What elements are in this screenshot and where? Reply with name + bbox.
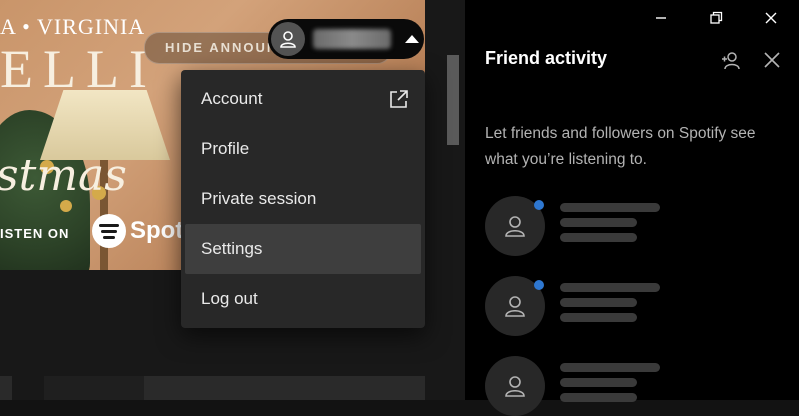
spotify-logo-icon [92, 214, 126, 248]
panel-description: Let friends and followers on Spotify see… [485, 125, 756, 168]
placeholder-bar [560, 298, 637, 307]
online-indicator [534, 200, 544, 210]
menu-item-account[interactable]: Account [185, 74, 421, 124]
banner-ornament [60, 200, 72, 212]
caret-up-icon [405, 35, 419, 43]
menu-item-label: Log out [201, 289, 258, 308]
content-card[interactable] [0, 376, 12, 400]
minimize-icon [656, 17, 666, 19]
external-link-icon [390, 90, 408, 108]
placeholder-bar [560, 218, 637, 227]
main-content: A • VIRGINIA ELLI stmas ISTEN ON Spoti H… [0, 0, 465, 400]
user-icon [505, 296, 525, 317]
placeholder-bar [560, 378, 637, 387]
main-scrollbar[interactable] [447, 55, 459, 145]
menu-item-label: Profile [201, 139, 250, 158]
content-card[interactable] [144, 376, 425, 400]
friend-activity-panel: Friend activity Let friends and follower… [465, 0, 799, 416]
friend-placeholder [485, 196, 785, 256]
user-menu-button[interactable] [268, 19, 424, 59]
menu-item-label: Account [201, 89, 263, 108]
placeholder-bar [560, 313, 637, 322]
placeholder-bar [560, 203, 660, 212]
restore-button[interactable] [706, 8, 726, 28]
menu-item-private-session[interactable]: Private session [185, 174, 421, 224]
panel-title: Friend activity [485, 48, 608, 68]
menu-item-log-out[interactable]: Log out [185, 274, 421, 324]
content-card[interactable] [44, 376, 144, 400]
content-cards-row [0, 376, 465, 400]
banner-headline: ELLI [0, 39, 157, 99]
friend-placeholder [485, 356, 785, 416]
window-close-button[interactable] [761, 8, 781, 28]
friend-placeholder [485, 276, 785, 336]
menu-item-label: Settings [201, 239, 263, 258]
close-icon [764, 52, 780, 68]
placeholder-bar [560, 363, 660, 372]
friend-avatar [485, 356, 545, 416]
add-friend-button[interactable] [720, 49, 742, 71]
banner-title: A • VIRGINIA [0, 14, 146, 39]
user-avatar [271, 22, 305, 56]
minimize-button[interactable] [651, 8, 671, 28]
user-icon [280, 31, 296, 48]
banner-script-text: stmas [0, 150, 127, 201]
placeholder-bar [560, 233, 637, 242]
banner-spotify-brand: Spoti [92, 214, 190, 248]
online-indicator [534, 280, 544, 290]
menu-item-settings[interactable]: Settings [185, 224, 421, 274]
user-dropdown-menu: Account Profile Private session Settings… [181, 70, 425, 328]
placeholder-bar [560, 393, 637, 402]
add-friend-icon [722, 52, 740, 70]
menu-item-profile[interactable]: Profile [185, 124, 421, 174]
user-icon [505, 216, 525, 237]
close-icon [765, 12, 777, 24]
banner-listen-text: ISTEN ON [0, 226, 70, 241]
username-redacted [313, 29, 391, 49]
menu-item-label: Private session [201, 189, 317, 208]
close-panel-button[interactable] [761, 49, 783, 71]
restore-icon [710, 11, 723, 24]
placeholder-bar [560, 283, 660, 292]
user-icon [505, 376, 525, 397]
